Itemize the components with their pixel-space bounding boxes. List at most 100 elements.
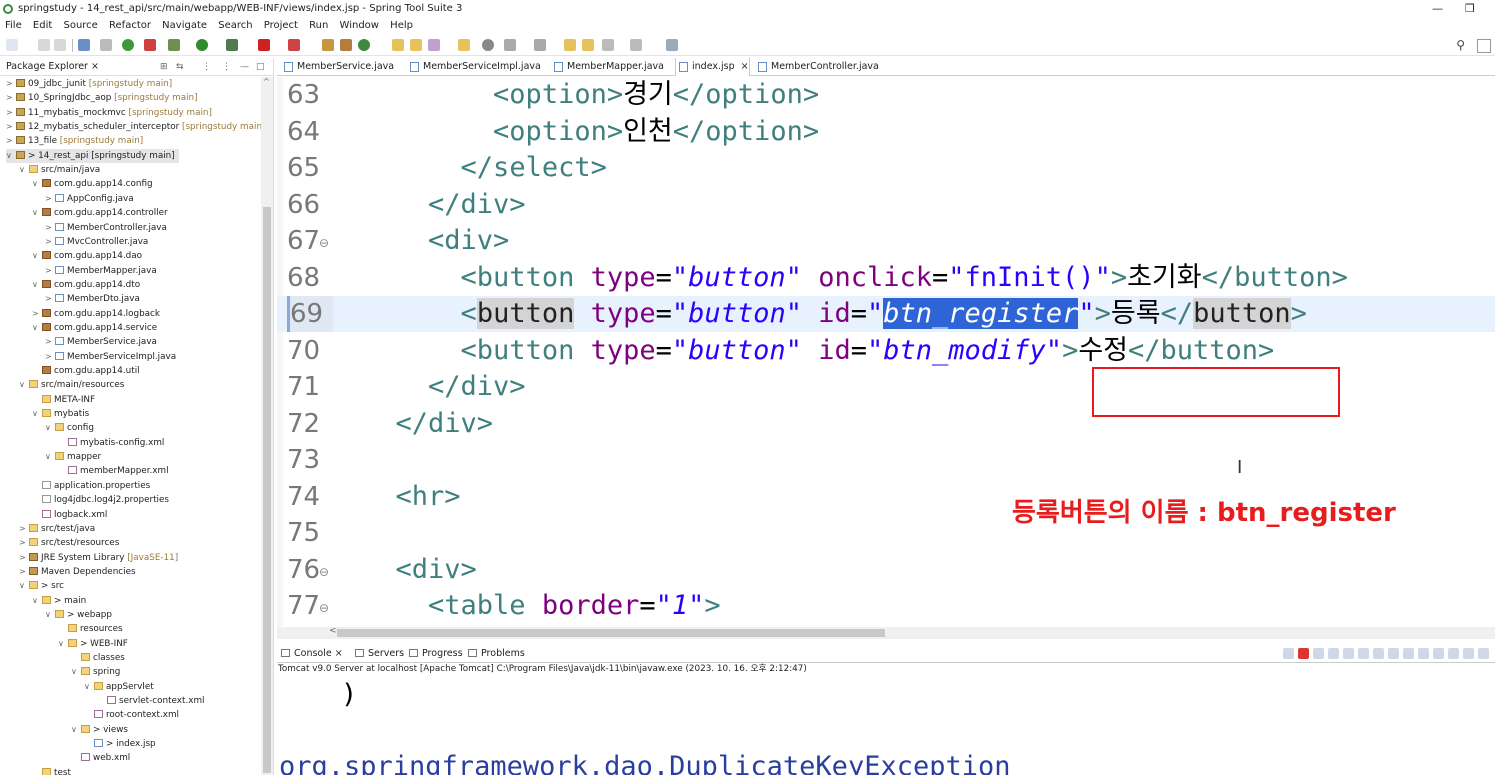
tree-item[interactable]: > index.jsp <box>84 737 156 751</box>
chevron-right-icon[interactable]: > <box>19 565 29 579</box>
tree-item[interactable]: > src/test/java <box>19 522 95 536</box>
search-tool-icon[interactable] <box>428 39 440 51</box>
chevron-down-icon[interactable]: ∨ <box>32 177 42 191</box>
tree-item[interactable]: root-context.xml <box>84 708 179 722</box>
chevron-right-icon[interactable]: > <box>45 235 55 249</box>
code-editor[interactable]: 63 <option>경기</option> 64 <option>인천</opt… <box>277 77 1495 627</box>
tree-item[interactable]: test <box>32 766 71 775</box>
tab-progress[interactable]: Progress <box>409 645 463 663</box>
back-arrow-icon[interactable] <box>602 39 614 51</box>
menu-source[interactable]: Source <box>63 18 97 34</box>
tree-item[interactable]: ∨ mybatis <box>32 407 89 421</box>
save-all-icon[interactable] <box>54 39 66 51</box>
tree-item[interactable]: resources <box>58 622 123 636</box>
chevron-down-icon[interactable]: ∨ <box>84 680 94 694</box>
tree-item[interactable]: > MemberService.java <box>45 335 157 349</box>
tree-item[interactable]: logback.xml <box>32 508 107 522</box>
maximize-view-icon[interactable]: □ <box>256 58 265 76</box>
update-icon[interactable] <box>144 39 156 51</box>
view-menu-icon[interactable]: ⋮ <box>202 58 211 76</box>
chevron-right-icon[interactable]: > <box>45 192 55 206</box>
code-line[interactable]: 76 ⊖ <div> <box>277 552 1495 588</box>
chevron-right-icon[interactable]: > <box>6 106 16 120</box>
tab-servers[interactable]: Servers <box>355 645 404 663</box>
remove-launch-icon[interactable] <box>1313 648 1324 659</box>
chevron-down-icon[interactable]: ∨ <box>32 594 42 608</box>
annotation-icon[interactable] <box>482 39 494 51</box>
tree-item[interactable]: > MemberController.java <box>45 221 167 235</box>
tab-membercontroller-java[interactable]: MemberController.java <box>755 58 879 76</box>
chevron-down-icon[interactable]: ∨ <box>32 249 42 263</box>
tree-item[interactable]: application.properties <box>32 479 150 493</box>
tree-item[interactable]: ∨ > src <box>19 579 64 593</box>
new-icon[interactable] <box>6 39 18 51</box>
tree-item[interactable]: log4jdbc.log4j2.properties <box>32 493 169 507</box>
tree-item[interactable]: >11_mybatis_mockmvc [springstudy main] <box>6 106 212 120</box>
chevron-down-icon[interactable]: ∨ <box>32 321 42 335</box>
tree-item[interactable]: ∨ > WEB-INF <box>58 637 128 651</box>
tree-item[interactable]: ∨ com.gdu.app14.config <box>32 177 153 191</box>
open-type-icon[interactable] <box>392 39 404 51</box>
tree-item[interactable]: > Maven Dependencies <box>19 565 136 579</box>
display-console-icon[interactable] <box>1433 648 1444 659</box>
coverage-icon[interactable] <box>226 39 238 51</box>
pin-editor-icon[interactable] <box>666 39 678 51</box>
run-icon[interactable] <box>196 39 208 51</box>
chevron-down-icon[interactable]: ∨ <box>45 450 55 464</box>
search-icon[interactable]: ⚲ <box>1456 38 1465 52</box>
tree-item[interactable]: > src/test/resources <box>19 536 119 550</box>
new-class-icon[interactable] <box>358 39 370 51</box>
exception-link[interactable]: org.springframework.dao.DuplicateKeyExce… <box>279 751 1011 775</box>
tree-item[interactable]: ∨ src/main/resources <box>19 378 124 392</box>
code-line[interactable]: 73 <box>277 442 1495 478</box>
tree-item[interactable]: >13_file [springstudy main] <box>6 134 143 148</box>
tree-item[interactable]: ∨ com.gdu.app14.service <box>32 321 157 335</box>
perspective-icon[interactable] <box>1477 39 1491 53</box>
last-edit-icon[interactable] <box>564 39 576 51</box>
minimize-view-icon[interactable]: — <box>240 58 249 76</box>
save-icon[interactable] <box>38 39 50 51</box>
chevron-down-icon[interactable]: ∨ <box>19 163 29 177</box>
chevron-down-icon[interactable]: ∨ <box>58 637 68 651</box>
restore-button[interactable]: ❐ <box>1465 0 1475 18</box>
fold-toggle-icon[interactable]: ⊖ <box>319 554 329 590</box>
new-console-icon[interactable] <box>1448 648 1459 659</box>
next-annotation-icon[interactable] <box>504 39 516 51</box>
code-line[interactable]: 65 </select> <box>277 150 1495 186</box>
tree-item[interactable]: META-INF <box>32 393 95 407</box>
tree-item[interactable]: ∨ config <box>45 421 94 435</box>
prev-annotation-icon[interactable] <box>534 39 546 51</box>
show-stderr-icon[interactable] <box>1403 648 1414 659</box>
menu-help[interactable]: Help <box>390 18 413 34</box>
tree-item[interactable]: com.gdu.app14.util <box>32 364 140 378</box>
scroll-left-icon[interactable]: < <box>329 626 337 636</box>
chevron-down-icon[interactable]: ∨ <box>19 378 29 392</box>
tree-item[interactable]: > com.gdu.app14.logback <box>32 307 160 321</box>
package-explorer-title[interactable]: Package Explorer <box>6 61 88 72</box>
code-line[interactable]: 64 <option>인천</option> <box>277 114 1495 150</box>
word-wrap-icon[interactable] <box>1373 648 1384 659</box>
console-output[interactable]: ) org.springframework.dao.DuplicateKeyEx… <box>277 677 1495 775</box>
tree-item[interactable]: ∨ > webapp <box>45 608 112 622</box>
tree-scrollbar[interactable]: ^ <box>261 77 273 775</box>
pin-icon[interactable] <box>1283 648 1294 659</box>
remove-all-icon[interactable] <box>1328 648 1339 659</box>
stop-icon[interactable] <box>258 39 270 51</box>
open-task-icon[interactable] <box>410 39 422 51</box>
tree-item[interactable]: >12_mybatis_scheduler_interceptor [sprin… <box>6 120 262 134</box>
chevron-right-icon[interactable]: > <box>6 134 16 148</box>
tree-item[interactable]: ∨ src/main/java <box>19 163 100 177</box>
terminate-icon[interactable] <box>1298 648 1309 659</box>
chevron-right-icon[interactable]: > <box>45 350 55 364</box>
tree-item[interactable]: > MvcController.java <box>45 235 148 249</box>
tree-item[interactable]: > MemberMapper.java <box>45 264 157 278</box>
chevron-down-icon[interactable]: ∨ <box>45 608 55 622</box>
code-line[interactable]: 67 ⊖ <div> <box>277 223 1495 259</box>
code-line[interactable]: 69 <button type="button" id="btn_registe… <box>277 296 1495 332</box>
scroll-lock-icon[interactable] <box>1358 648 1369 659</box>
tree-item[interactable]: > JRE System Library [JavaSE-11] <box>19 551 178 565</box>
chevron-down-icon[interactable]: ∨ <box>19 579 29 593</box>
tree-item[interactable]: > AppConfig.java <box>45 192 134 206</box>
chevron-right-icon[interactable]: > <box>19 536 29 550</box>
chevron-down-icon[interactable]: ∨ <box>71 723 81 737</box>
